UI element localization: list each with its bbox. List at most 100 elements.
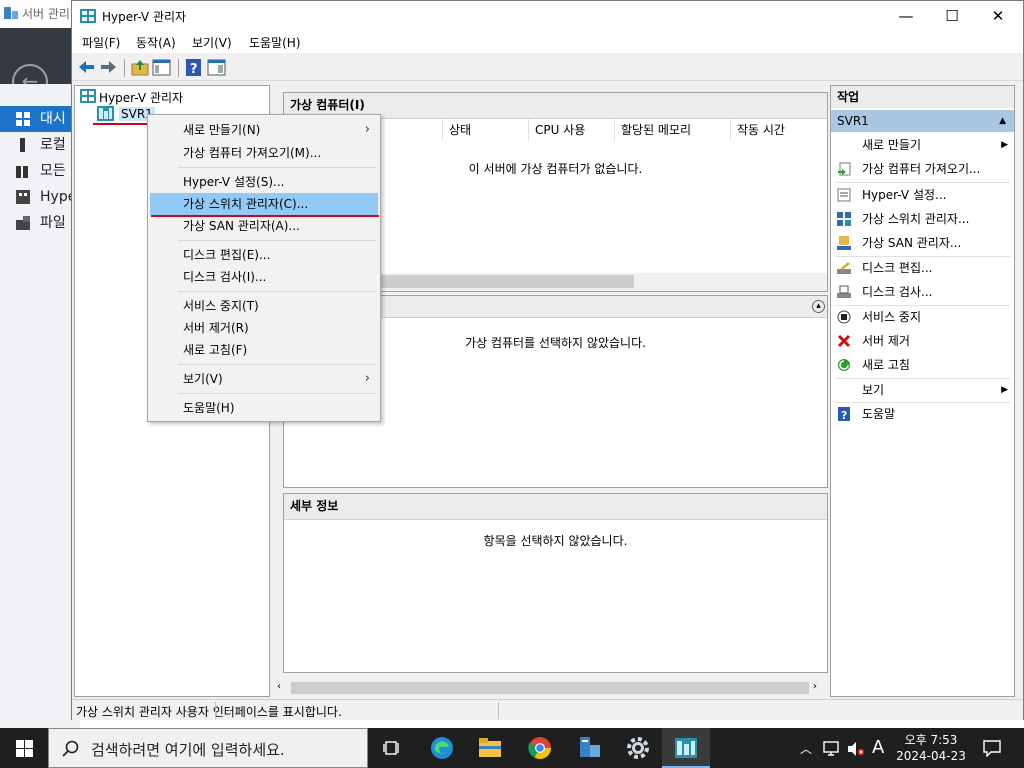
menu-separator [178, 167, 376, 168]
actions-title: 작업 [831, 86, 1014, 108]
column-header-cpu[interactable]: CPU 사용 [528, 119, 614, 141]
taskbar-file-explorer[interactable] [466, 728, 514, 768]
action-stop-service[interactable]: 서비스 중지 [831, 305, 1014, 329]
action-help[interactable]: ? 도움말 [831, 402, 1014, 426]
server-manager-icon [4, 7, 18, 19]
taskbar-edge[interactable] [418, 728, 466, 768]
taskbar-search-box[interactable]: 검색하려면 여기에 입력하세요. [48, 728, 368, 768]
status-divider [498, 702, 499, 719]
taskbar-server-manager[interactable] [566, 728, 614, 768]
action-edit-disk[interactable]: 디스크 편집... [831, 256, 1014, 280]
menu-view[interactable]: 보기(V) [192, 34, 232, 51]
menu-help[interactable]: 도움말(H) [249, 34, 301, 51]
action-view[interactable]: 보기 ▶ [831, 378, 1014, 402]
menu-action[interactable]: 동작(A) [136, 34, 176, 51]
taskbar-settings[interactable] [614, 728, 662, 768]
submenu-arrow-icon: ▶ [1001, 140, 1008, 150]
help-icon[interactable]: ? [184, 58, 204, 77]
ime-indicator[interactable]: A [872, 737, 884, 758]
nav-item-file-services[interactable]: 파일 [0, 210, 80, 236]
menu-item-new[interactable]: 새로 만들기(N) › [150, 119, 378, 141]
action-refresh[interactable]: 새로 고침 [831, 353, 1014, 377]
notification-icon[interactable] [983, 740, 1001, 757]
column-header-uptime[interactable]: 작동 시간 [730, 119, 827, 141]
show-hidden-icons[interactable]: ︿ [800, 740, 812, 757]
action-pane-icon[interactable] [207, 58, 227, 77]
action-remove-server[interactable]: 서버 제거 [831, 329, 1014, 353]
menu-item-edit-disk[interactable]: 디스크 편집(E)... [150, 244, 378, 266]
toolbar-separator [124, 59, 125, 77]
action-inspect-disk[interactable]: 디스크 검사... [831, 280, 1014, 304]
submenu-arrow-icon: ▶ [1001, 385, 1008, 395]
windows-logo-icon [16, 740, 33, 757]
minimize-button[interactable]: — [883, 1, 929, 31]
action-import-vm[interactable]: 가상 컴퓨터 가져오기... [831, 157, 1014, 181]
menu-item-import-vm[interactable]: 가상 컴퓨터 가져오기(M)... [150, 142, 378, 164]
center-horizontal-scrollbar[interactable]: ‹ › [273, 679, 828, 697]
menu-item-stop-service[interactable]: 서비스 중지(T) [150, 295, 378, 317]
clock-time[interactable]: 오후 7:53 [895, 731, 967, 748]
task-view-icon [383, 741, 399, 755]
action-new[interactable]: 새로 만들기 ▶ [831, 133, 1014, 157]
toolbar: ? [72, 54, 1023, 81]
scroll-right-icon[interactable]: › [813, 681, 817, 692]
nav-item-local[interactable]: 로컬 [0, 132, 80, 158]
server-manager-nav: 대시 로컬 모든 Hype 파일 [0, 84, 80, 728]
server-manager-title: 서버 관리 [22, 7, 70, 21]
collapse-icon[interactable]: ▴ [812, 300, 825, 313]
forward-arrow-icon[interactable] [98, 58, 118, 77]
annotation-underline [93, 123, 150, 125]
nav-item-dashboard[interactable]: 대시 [0, 106, 80, 132]
nav-item-hyperv[interactable]: Hype [0, 184, 80, 210]
refresh-icon [838, 359, 850, 371]
menu-item-virtual-san-manager[interactable]: 가상 SAN 관리자(A)... [150, 215, 378, 237]
taskbar-chrome[interactable] [516, 728, 564, 768]
close-button[interactable]: ✕ [975, 1, 1021, 31]
hyperv-app-icon [80, 9, 96, 23]
help-icon: ? [838, 407, 850, 421]
taskbar-hyperv-manager[interactable] [662, 728, 710, 768]
gear-icon [627, 737, 649, 759]
volume-muted-icon[interactable] [847, 741, 865, 757]
menu-separator [178, 291, 376, 292]
up-folder-icon[interactable] [130, 58, 150, 77]
maximize-button[interactable]: ☐ [929, 1, 975, 31]
clock-date[interactable]: 2024-04-23 [895, 749, 967, 763]
actions-group-svr1[interactable]: SVR1 ▲ [831, 110, 1014, 132]
column-header-state[interactable]: 상태 [442, 119, 528, 141]
menu-item-inspect-disk[interactable]: 디스크 검사(I)... [150, 266, 378, 288]
san-icon [837, 236, 851, 250]
action-hyperv-settings[interactable]: Hyper-V 설정... [831, 183, 1014, 207]
server-manager-header: ← [0, 28, 80, 100]
menu-item-remove-server[interactable]: 서버 제거(R) [150, 317, 378, 339]
window-title: Hyper-V 관리자 [102, 10, 187, 24]
menu-item-virtual-switch-manager[interactable]: 가상 스위치 관리자(C)... [150, 193, 378, 215]
menu-item-view[interactable]: 보기(V) › [150, 368, 378, 390]
start-button[interactable] [0, 728, 48, 768]
menu-bar: 파일(F) 동작(A) 보기(V) 도움말(H) [72, 31, 1023, 53]
hyperv-app-icon [675, 738, 697, 758]
action-virtual-switch-manager[interactable]: 가상 스위치 관리자... [831, 207, 1014, 231]
back-arrow-icon[interactable] [77, 58, 97, 77]
network-icon[interactable] [823, 741, 841, 757]
scroll-left-icon[interactable]: ‹ [277, 681, 281, 692]
show-hide-tree-icon[interactable] [152, 58, 172, 77]
inspect-disk-icon [837, 285, 851, 298]
menu-item-hyperv-settings[interactable]: Hyper-V 설정(S)... [150, 171, 378, 193]
titlebar[interactable]: Hyper-V 관리자 — ☐ ✕ [72, 1, 1023, 31]
server-manager-icon [580, 737, 600, 757]
menu-item-help[interactable]: 도움말(H) [150, 397, 378, 419]
menu-file[interactable]: 파일(F) [82, 34, 120, 51]
collapse-arrow-icon[interactable]: ▲ [999, 110, 1006, 132]
tree-item-hyperv-manager[interactable]: Hyper-V 관리자 [99, 89, 183, 106]
task-view-button[interactable] [368, 728, 416, 768]
scrollbar-thumb[interactable] [364, 275, 634, 288]
scrollbar-thumb[interactable] [291, 682, 809, 694]
nav-item-all-servers[interactable]: 모든 [0, 158, 80, 184]
menu-item-refresh[interactable]: 새로 고침(F) [150, 339, 378, 361]
column-header-memory[interactable]: 할당된 메모리 [614, 119, 730, 141]
menu-separator [178, 364, 376, 365]
edge-icon [431, 737, 453, 759]
action-virtual-san-manager[interactable]: 가상 SAN 관리자... [831, 231, 1014, 255]
hyperv-manager-node-icon [80, 89, 96, 103]
